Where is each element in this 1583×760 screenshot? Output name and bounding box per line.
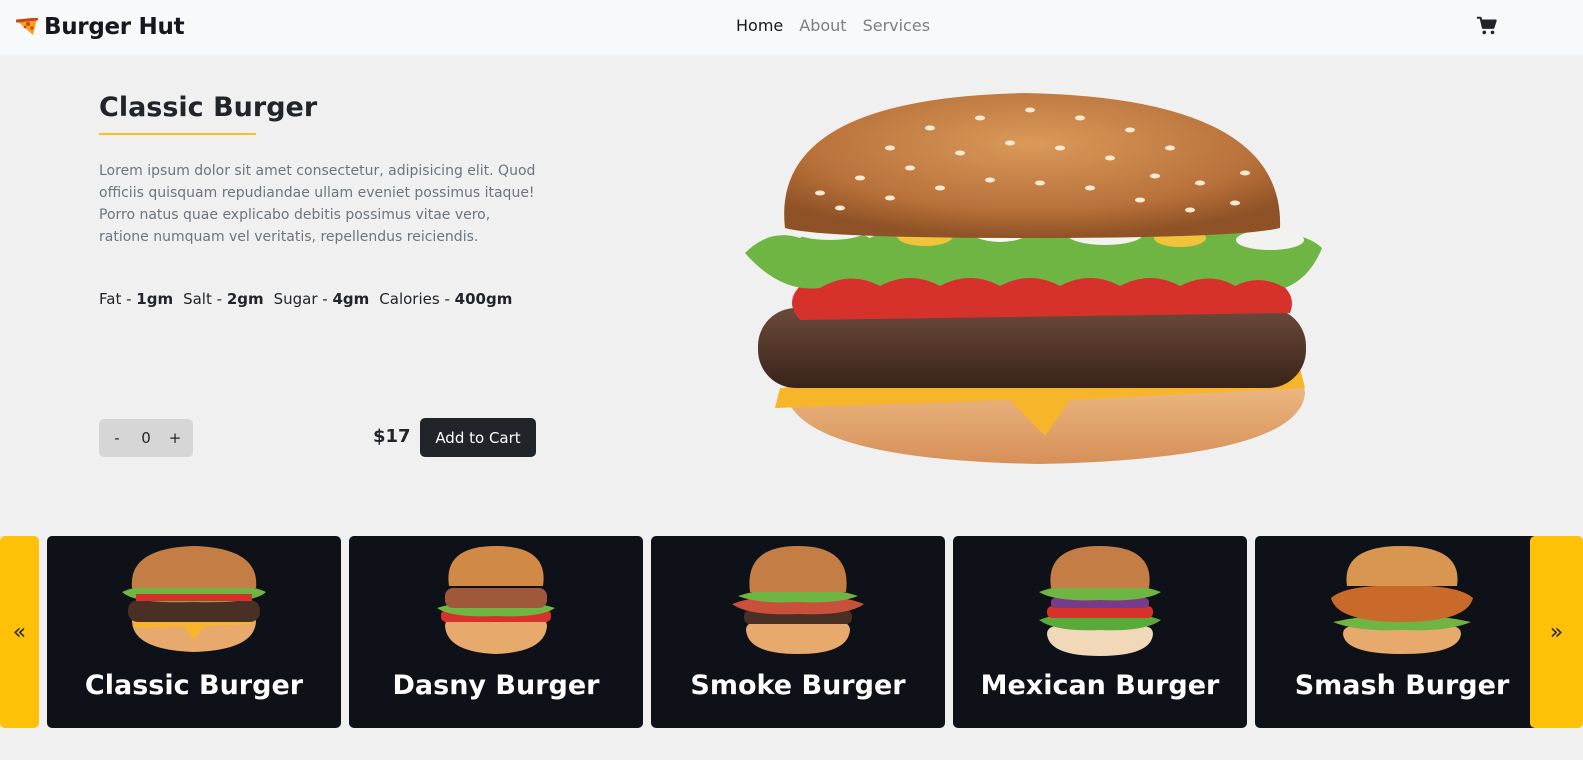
burger-thumbnail xyxy=(1331,546,1473,654)
nutrition-fat-value: 1gm xyxy=(136,290,174,308)
nutrition-calories-value: 400gm xyxy=(454,290,513,308)
carousel-next-button[interactable]: » xyxy=(1530,536,1583,728)
burger-thumbnail xyxy=(122,546,266,652)
quantity-stepper: - 0 + xyxy=(99,419,193,457)
carousel-card-title: Classic Burger xyxy=(84,670,304,701)
carousel-card-title: Dasny Burger xyxy=(392,670,600,701)
nutrition-sugar-value: 4gm xyxy=(332,290,370,308)
title-underline xyxy=(99,133,256,135)
nav-link-services[interactable]: Services xyxy=(863,16,930,35)
nutrition-facts: Fat - 1gm Salt - 2gm Sugar - 4gm Calories -… xyxy=(99,290,512,308)
burger-hero-image xyxy=(745,93,1322,464)
product-title: Classic Burger xyxy=(99,92,318,123)
cart-button[interactable] xyxy=(1476,15,1498,41)
product-description: Lorem ipsum dolor sit amet consectetur, … xyxy=(99,163,536,245)
carousel-card-title: Smash Burger xyxy=(1294,670,1510,701)
brand[interactable]: Burger Hut xyxy=(16,12,185,42)
nutrition-fat-label: Fat - xyxy=(99,290,137,308)
decrement-button[interactable]: - xyxy=(109,429,125,447)
double-chevron-right-icon: » xyxy=(1549,619,1564,645)
nutrition-salt-value: 2gm xyxy=(226,290,264,308)
carousel-card-title: Smoke Burger xyxy=(690,670,906,701)
carousel-card-title: Mexican Burger xyxy=(980,670,1220,701)
nutrition-sugar-label: Sugar - xyxy=(273,290,333,308)
carousel-prev-button[interactable]: « xyxy=(0,536,39,728)
increment-button[interactable]: + xyxy=(167,429,183,447)
burger-thumbnail xyxy=(1039,546,1161,656)
nav-links: Home About Services xyxy=(736,16,930,35)
navbar: Burger Hut Home About Services xyxy=(0,0,1583,55)
carousel-card[interactable]: Smoke Burger xyxy=(651,536,945,728)
nav-link-about[interactable]: About xyxy=(799,16,846,35)
nav-link-home[interactable]: Home xyxy=(736,16,783,35)
carousel-card[interactable]: Smash Burger xyxy=(1255,536,1549,728)
cart-icon xyxy=(1476,16,1497,35)
nutrition-salt-label: Salt - xyxy=(183,290,227,308)
burger-thumbnail xyxy=(732,546,864,654)
burger-thumbnail xyxy=(437,546,555,654)
nutrition-calories-label: Calories - xyxy=(379,290,455,308)
carousel-card[interactable]: Classic Burger xyxy=(47,536,341,728)
add-to-cart-button[interactable]: Add to Cart xyxy=(420,418,536,457)
product-price: $17 xyxy=(373,426,411,447)
brand-name: Burger Hut xyxy=(44,14,185,40)
double-chevron-left-icon: « xyxy=(12,619,27,645)
carousel-card[interactable]: Dasny Burger xyxy=(349,536,643,728)
pizza-slice-icon xyxy=(16,18,38,35)
quantity-value: 0 xyxy=(141,429,151,447)
carousel-card[interactable]: Mexican Burger xyxy=(953,536,1247,728)
